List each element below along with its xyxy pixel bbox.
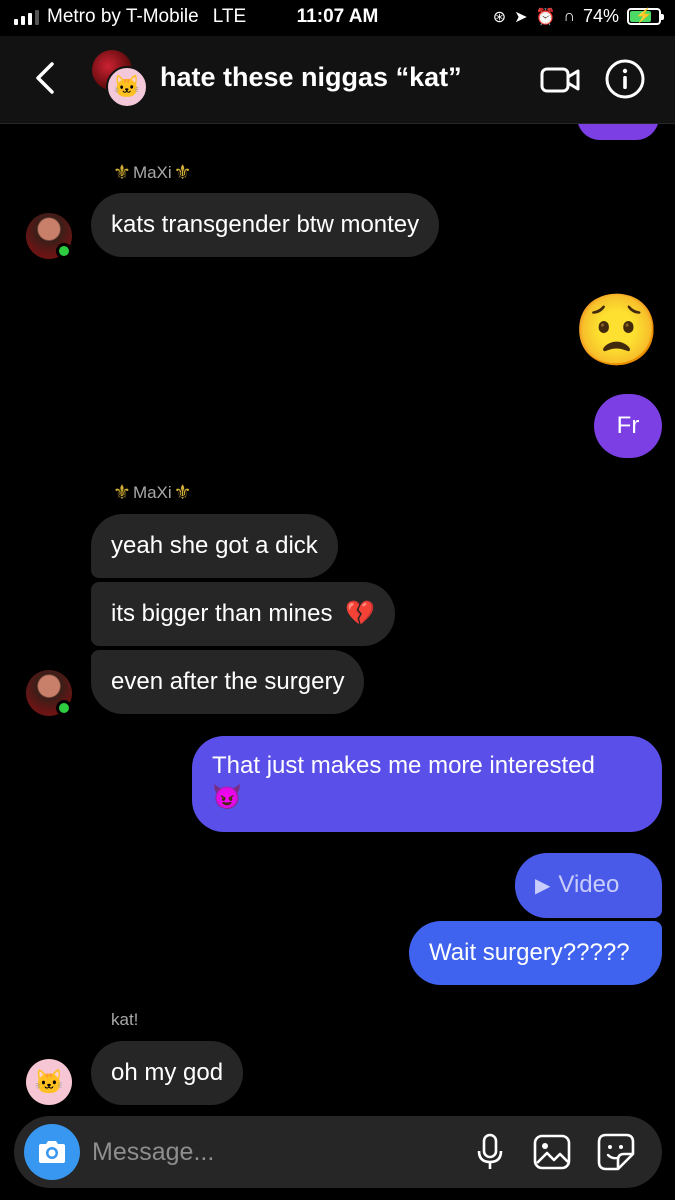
message-thread[interactable]: ⚜ MaXi ⚜ kats transgender btw montey 😟 F… [0, 124, 675, 1114]
previous-message-bubble[interactable] [577, 124, 659, 140]
video-message-bubble[interactable]: ▶ Video [515, 853, 662, 918]
headphones-icon: ∩ [563, 7, 575, 25]
avatar[interactable]: 🐱 [26, 1059, 72, 1105]
alarm-icon: ⏰ [535, 8, 556, 26]
message-bubble[interactable]: That just makes me more interested 😈 [192, 736, 662, 832]
status-bar: Metro by T-Mobile LTE 11:07 AM ⊛ ➤ ⏰ ∩ 7… [0, 0, 675, 36]
info-icon[interactable] [604, 58, 646, 100]
play-icon: ▶ [535, 875, 551, 897]
message-bubble[interactable]: yeah she got a dick [91, 514, 338, 578]
broken-heart-emoji: 💔 [345, 600, 376, 627]
message-bubble[interactable]: Wait surgery????? [409, 921, 662, 985]
message-bubble[interactable]: even after the surgery [91, 650, 365, 714]
battery-charging-icon: ⚡ [627, 7, 664, 25]
message-input[interactable] [92, 1134, 452, 1170]
group-avatar-front: 🐱 [106, 66, 148, 108]
back-chevron-icon[interactable] [28, 58, 64, 98]
sender-label: kat! [111, 1010, 139, 1029]
sticker-icon[interactable] [596, 1132, 636, 1172]
message-composer [14, 1116, 662, 1188]
fleur-de-lis-icon: ⚜ [173, 162, 192, 184]
message-bubble[interactable]: its bigger than mines 💔 [91, 582, 396, 646]
location-icon: ➤ [514, 8, 528, 26]
battery-percent: 74% [582, 6, 619, 26]
message-bubble[interactable]: Fr [594, 394, 662, 458]
group-avatar[interactable]: 🐱 [92, 50, 152, 110]
chat-title[interactable]: hate these niggas “kat” [160, 62, 462, 93]
sender-label: ⚜ MaXi ⚜ [113, 482, 192, 504]
screen-lock-icon: ⊛ [492, 8, 507, 26]
status-bar-right: ⊛ ➤ ⏰ ∩ 74% ⚡ [492, 6, 664, 27]
gallery-icon[interactable] [532, 1132, 572, 1172]
video-camera-icon[interactable] [540, 58, 582, 100]
fleur-de-lis-icon: ⚜ [113, 162, 131, 184]
message-bubble[interactable]: kats transgender btw montey [91, 193, 440, 257]
fleur-de-lis-icon: ⚜ [173, 482, 192, 504]
message-bubble[interactable]: oh my god [91, 1041, 244, 1105]
emoji-message[interactable]: 😟 [573, 290, 660, 370]
camera-icon[interactable] [24, 1124, 80, 1180]
chat-header: 🐱 hate these niggas “kat” [0, 36, 675, 124]
online-indicator [56, 700, 72, 716]
microphone-icon[interactable] [470, 1132, 510, 1172]
devil-emoji: 😈 [212, 784, 242, 811]
sender-label: ⚜ MaXi ⚜ [113, 162, 192, 184]
online-indicator [56, 243, 72, 259]
fleur-de-lis-icon: ⚜ [113, 482, 131, 504]
